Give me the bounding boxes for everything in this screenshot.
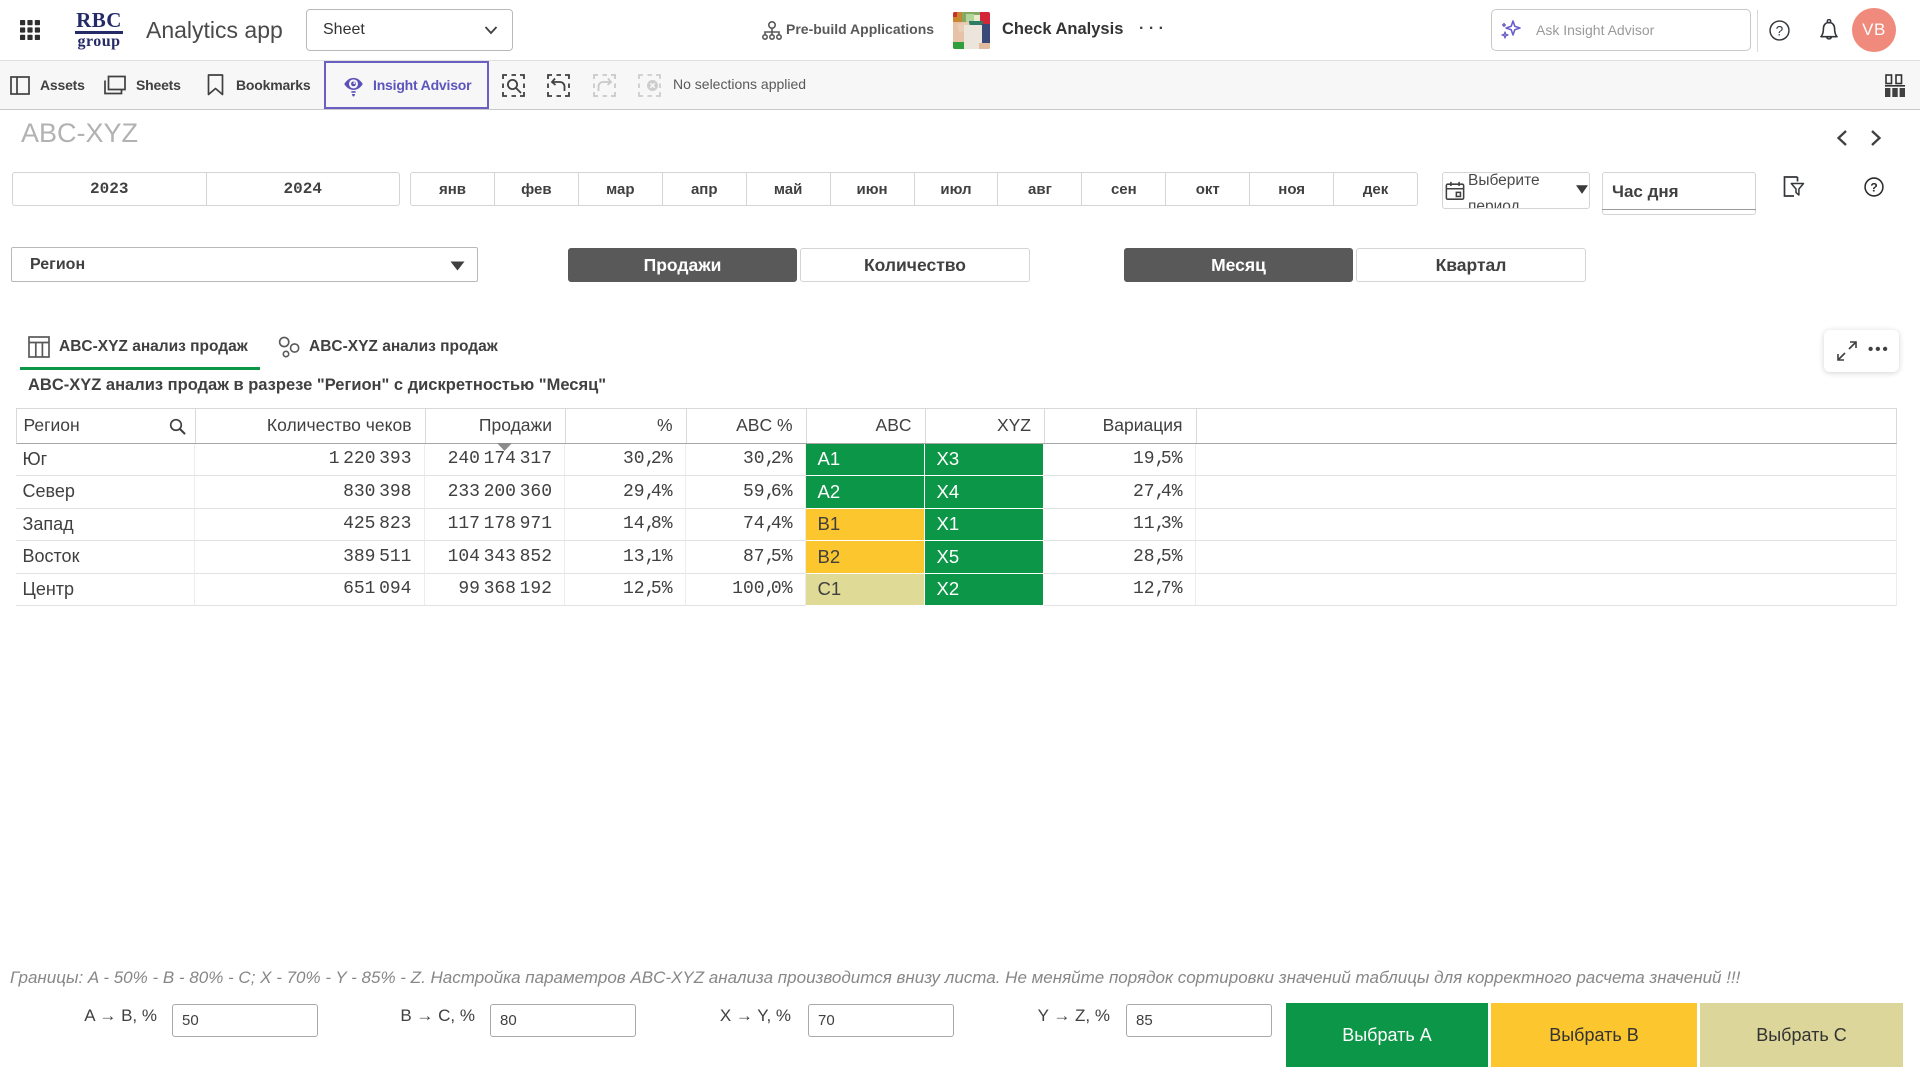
- svg-text:?: ?: [1870, 180, 1878, 194]
- svg-text:?: ?: [1776, 23, 1784, 38]
